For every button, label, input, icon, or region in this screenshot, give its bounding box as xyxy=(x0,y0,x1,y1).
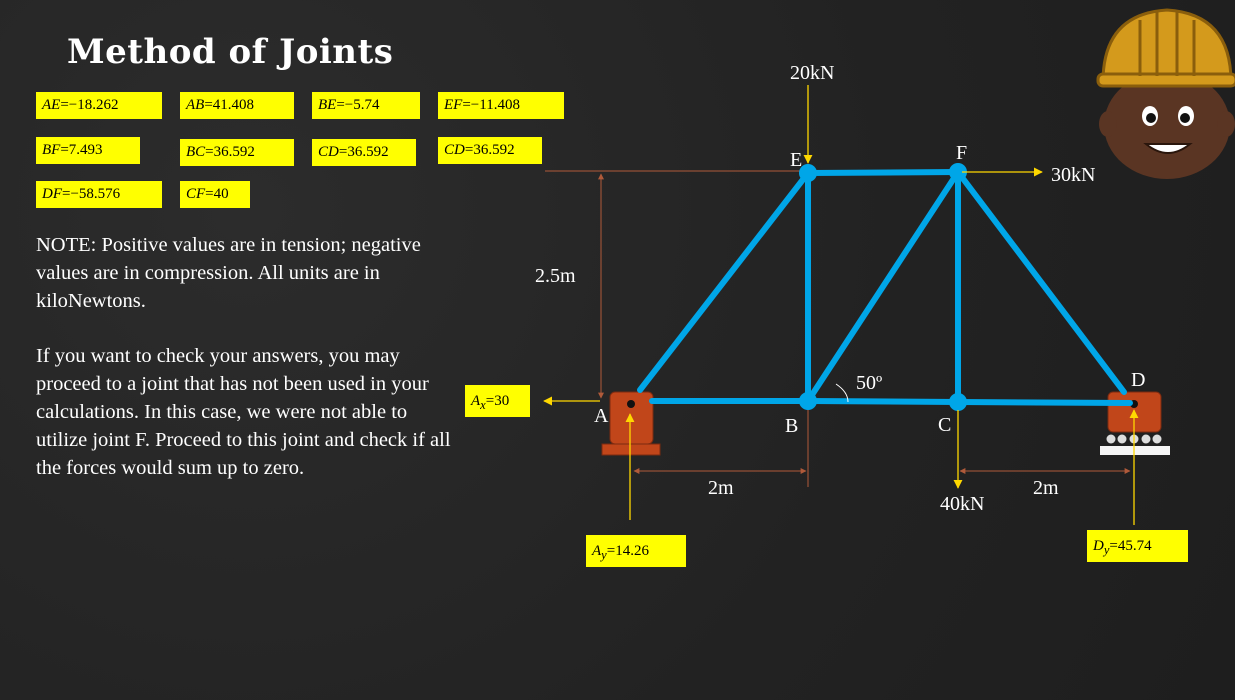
joint-c xyxy=(949,393,967,411)
joint-label-f: F xyxy=(956,142,968,164)
joint-label-a: A xyxy=(594,405,609,427)
engineer-avatar-icon xyxy=(1096,8,1235,179)
member-cd xyxy=(955,399,1133,406)
joint-label-c: C xyxy=(938,414,952,436)
load-label-40kn: 40kN xyxy=(940,493,985,515)
reaction-label-ay: Ay=14.26 xyxy=(586,535,686,567)
member-ae xyxy=(637,170,811,393)
member-bc xyxy=(805,398,961,405)
member-ef xyxy=(805,169,961,176)
member-df xyxy=(955,169,1127,395)
truss-diagram xyxy=(543,8,1235,525)
truss-members xyxy=(637,169,1133,406)
reaction-label-dy: Dy=45.74 xyxy=(1087,530,1188,562)
joint-label-b: B xyxy=(785,415,799,437)
load-label-30kn: 30kN xyxy=(1051,164,1096,186)
dimension-label-span-left: 2m xyxy=(708,477,734,499)
joint-label-e: E xyxy=(790,149,803,171)
angle-label: 50º xyxy=(856,372,883,394)
joint-b xyxy=(799,392,817,410)
dimension-label-height: 2.5m xyxy=(535,265,576,287)
load-label-20kn: 20kN xyxy=(790,62,835,84)
joint-label-d: D xyxy=(1131,369,1146,391)
reaction-label-ax: Ax=30 xyxy=(465,385,530,417)
dimension-label-span-right: 2m xyxy=(1033,477,1059,499)
member-bf xyxy=(805,169,961,404)
